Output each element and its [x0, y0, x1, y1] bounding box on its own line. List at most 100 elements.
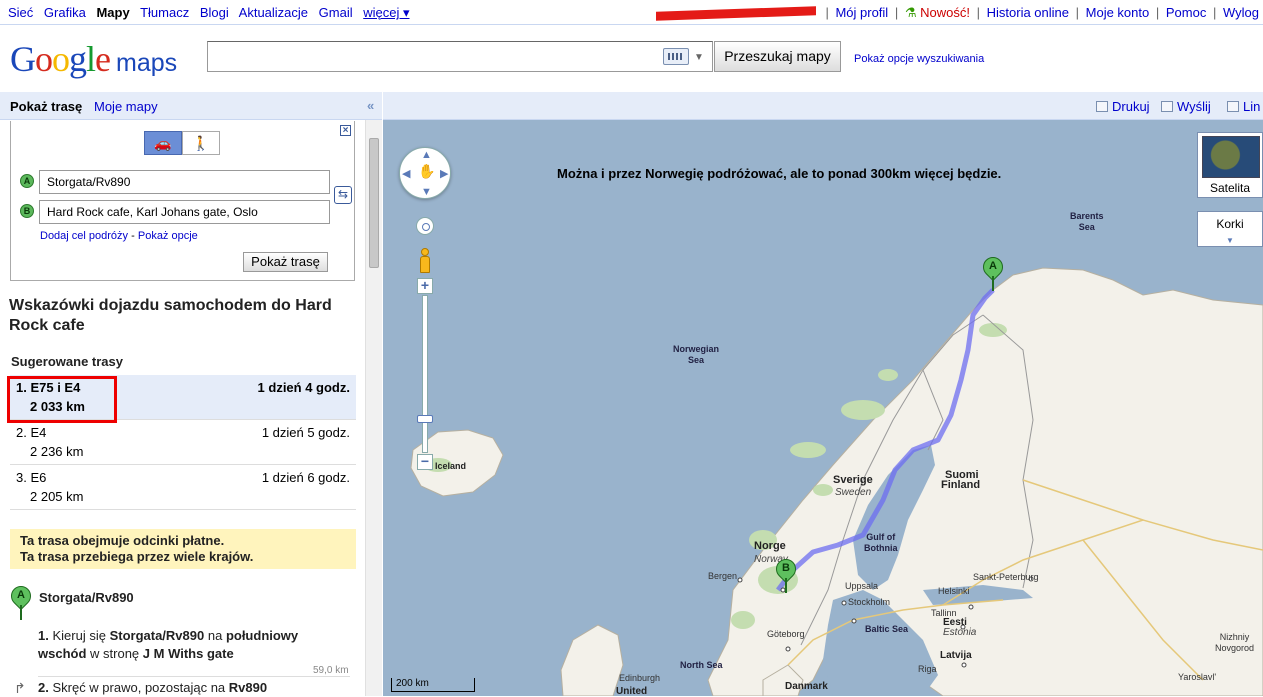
route-time: 1 dzień 6 godz.	[261, 470, 350, 485]
separator: |	[976, 5, 980, 20]
car-mode-icon[interactable]: 🚗	[144, 131, 182, 155]
reset-view-icon[interactable]	[416, 217, 434, 235]
route-end-marker[interactable]: B	[771, 554, 801, 593]
pan-down-icon[interactable]: ▼	[421, 186, 432, 198]
route-option-2[interactable]: 2. E4 2 236 km 1 dzień 5 godz.	[10, 420, 356, 465]
link-nowosc[interactable]: Nowość!	[920, 5, 970, 20]
pan-control[interactable]: ▲ ▼ ◀ ▶ ✋	[399, 147, 451, 199]
suggested-routes-title: Sugerowane trasy	[11, 354, 123, 369]
zoom-out-button[interactable]: −	[417, 454, 433, 470]
label-gulf-of-bothnia: Gulf of Bothnia	[864, 532, 898, 553]
panel-scrollbar[interactable]	[365, 120, 382, 696]
chevron-down-icon[interactable]: ▼	[694, 52, 704, 63]
directions-title: Wskazówki dojazdu samochodem do Hard Roc…	[9, 297, 332, 334]
label-barents-sea: Barents Sea	[1070, 211, 1104, 232]
link-wyloguj[interactable]: Wylog	[1223, 5, 1259, 20]
account-links: | Mój profil | ⚗ Nowość! | Historia onli…	[655, 5, 1259, 21]
label-latvija: Latvija	[940, 650, 972, 661]
link-siec[interactable]: Sieć	[8, 5, 33, 20]
header: Google maps ▼ Przeszukaj mapy Pokaż opcje…	[0, 26, 1263, 92]
label-finland: Finland	[941, 479, 981, 491]
link-moje-konto[interactable]: Moje konto	[1086, 5, 1150, 20]
step-distance: 59,0 km	[313, 665, 349, 676]
close-icon[interactable]: ×	[340, 125, 351, 136]
logo-product: maps	[116, 49, 178, 77]
highlight-box	[7, 376, 117, 423]
tab-pokaz-trase[interactable]: Pokaż trasę	[10, 99, 82, 114]
link-pomoc[interactable]: Pomoc	[1166, 5, 1206, 20]
link-grafika[interactable]: Grafika	[44, 5, 86, 20]
route-name: 3. E6	[16, 470, 47, 485]
link-moj-profil[interactable]: Mój profil	[835, 5, 888, 20]
destination-field[interactable]	[39, 200, 330, 224]
label-nizhny-novgorod: Nizhniy Novgorod	[1215, 632, 1255, 653]
separator: |	[825, 5, 829, 20]
separator: -	[131, 230, 138, 242]
zoom-slider-thumb[interactable]	[417, 415, 433, 423]
add-destination-link[interactable]: Dodaj cel podróży	[40, 230, 128, 242]
label-stockholm: Stockholm	[848, 597, 891, 607]
separator: |	[1155, 5, 1160, 20]
start-location[interactable]: Storgata/Rv890	[39, 590, 134, 605]
traffic-label: Korki	[1216, 217, 1244, 231]
map-tiles	[410, 267, 1263, 696]
route-distance: 2 205 km	[30, 489, 84, 504]
separator: |	[1075, 5, 1080, 20]
route-notice: Ta trasa obejmuje odcinki płatne. Ta tra…	[10, 529, 356, 569]
link-historia-online[interactable]: Historia online	[987, 5, 1069, 20]
link-aktualizacje[interactable]: Aktualizacje	[239, 5, 308, 20]
printer-icon	[1096, 101, 1108, 112]
label-sankt-peterburg: Sankt-Peterburg	[973, 572, 1039, 582]
link-gmail[interactable]: Gmail	[319, 5, 353, 20]
zoom-in-button[interactable]: +	[417, 278, 433, 294]
link-blogi[interactable]: Blogi	[200, 5, 229, 20]
separator: |	[894, 5, 899, 20]
label-baltic-sea: Baltic Sea	[865, 624, 909, 634]
map-toolbar: Drukuj Wyślij Lin	[383, 92, 1263, 120]
tab-moje-mapy[interactable]: Moje mapy	[94, 99, 158, 114]
origin-field[interactable]	[39, 170, 330, 194]
street-view-pegman-icon[interactable]	[416, 247, 434, 275]
label-danmark: Danmark	[785, 681, 828, 692]
panel-tabs: Pokaż trasę Moje mapy «	[0, 92, 382, 120]
print-link[interactable]: Drukuj	[1096, 99, 1150, 114]
collapse-panel-icon[interactable]: «	[367, 98, 374, 113]
scale-label: 200 km	[396, 678, 429, 689]
map-canvas[interactable]: Drukuj Wyślij Lin Można i przez Norwegię…	[383, 92, 1263, 696]
show-search-options-link[interactable]: Pokaż opcje wyszukiwania	[854, 53, 984, 65]
direction-step-2[interactable]: 2. Skręć w prawo, pozostając na Rv890	[38, 680, 267, 695]
satellite-view-button[interactable]: Satelita	[1197, 132, 1263, 198]
swap-directions-icon[interactable]: ⇆	[334, 186, 352, 204]
search-maps-button[interactable]: Przeszukaj mapy	[714, 41, 841, 72]
route-start-marker[interactable]: A	[978, 252, 1008, 291]
pan-left-icon[interactable]: ◀	[402, 167, 410, 180]
show-options-link[interactable]: Pokaż opcje	[138, 230, 198, 242]
directions-panel: Pokaż trasę Moje mapy « 🚗 🚶 × A B ⇆ Doda…	[0, 92, 382, 696]
search-input[interactable]	[207, 41, 713, 72]
link-tlumacz[interactable]: Tłumacz	[140, 5, 189, 20]
chevron-down-icon[interactable]: ▼	[1226, 236, 1234, 245]
route-time: 1 dzień 4 godz.	[257, 380, 350, 395]
pan-up-icon[interactable]: ▲	[421, 149, 432, 161]
send-link[interactable]: Wyślij	[1161, 99, 1211, 114]
walking-mode-icon[interactable]: 🚶	[182, 131, 220, 155]
route-distance: 2 236 km	[30, 444, 84, 459]
zoom-slider-track[interactable]	[422, 295, 428, 453]
show-route-button[interactable]: Pokaż trasę	[243, 252, 328, 272]
direction-step-1[interactable]: 1. Kieruj się Storgata/Rv890 na południo…	[38, 627, 338, 663]
label-sweden: Sweden	[835, 487, 872, 498]
link-link[interactable]: Lin	[1227, 99, 1260, 114]
traffic-layer-button[interactable]: Korki ▼	[1197, 211, 1263, 247]
link-wiecej-menu[interactable]: więcej ▾	[363, 5, 409, 20]
google-maps-logo[interactable]: Google maps	[10, 38, 177, 80]
route-option-3[interactable]: 3. E6 2 205 km 1 dzień 6 godz.	[10, 465, 356, 510]
scrollbar-thumb[interactable]	[369, 138, 379, 268]
label-norge: Norge	[754, 540, 786, 552]
label-helsinki: Helsinki	[938, 586, 970, 596]
pan-right-icon[interactable]: ▶	[440, 167, 448, 180]
keyboard-icon[interactable]	[663, 48, 689, 65]
label-bergen: Bergen	[708, 571, 738, 581]
countries-notice: Ta trasa przebiega przez wiele krajów.	[20, 549, 254, 564]
directions-extra-links: Dodaj cel podróży - Pokaż opcje	[40, 230, 198, 242]
satellite-thumbnail	[1202, 136, 1260, 178]
